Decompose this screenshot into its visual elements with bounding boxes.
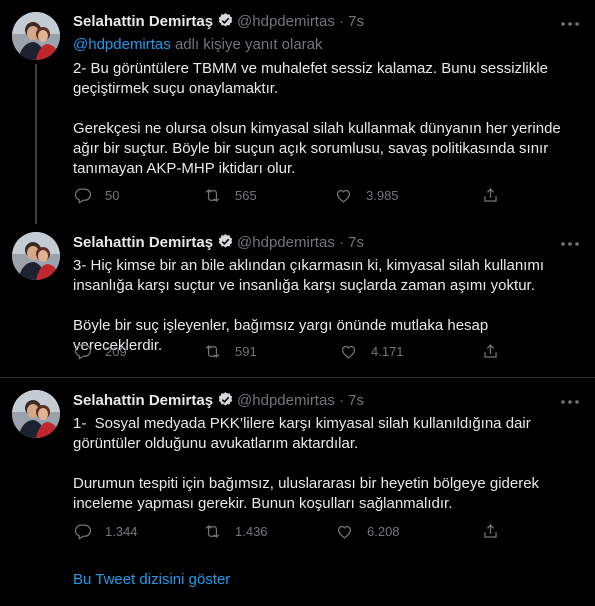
more-options-icon[interactable]: [559, 16, 581, 32]
like-button[interactable]: 6.208: [335, 522, 400, 541]
separator-dot: ·: [339, 13, 344, 30]
author-name[interactable]: Selahattin Demirtaş: [73, 392, 213, 409]
thread-connector-line: [35, 64, 37, 224]
retweet-icon: [205, 525, 220, 538]
retweet-button[interactable]: 1.436: [203, 522, 268, 541]
tweet-text: 3- Hiç kimse bir an bile aklından çıkarm…: [73, 257, 544, 354]
retweet-count: 591: [235, 344, 257, 359]
like-icon: [336, 189, 351, 203]
reply-count: 50: [105, 188, 120, 203]
retweet-icon: [205, 189, 220, 202]
timestamp[interactable]: 7s: [348, 392, 364, 409]
separator-dot: ·: [339, 392, 344, 409]
separator-dot: ·: [339, 234, 344, 251]
reply-context-label: adlı kişiye yanıt olarak: [170, 36, 323, 53]
author-handle[interactable]: @hdpdemirtas: [237, 234, 335, 251]
like-count: 4.171: [371, 344, 404, 359]
reply-icon: [74, 188, 91, 204]
tweet-actions: 1.344 1.436 6.208: [73, 522, 533, 546]
verified-badge-icon: [217, 12, 234, 33]
share-icon: [484, 344, 497, 358]
share-icon: [484, 188, 497, 202]
more-options-icon[interactable]: [559, 236, 581, 252]
reply-button[interactable]: 209: [73, 342, 127, 361]
tweet-1[interactable]: Selahattin Demirtaş @hdpdemirtas · 7s @hd…: [0, 0, 595, 224]
verified-badge-icon: [217, 233, 234, 254]
retweet-count: 565: [235, 188, 257, 203]
reply-button[interactable]: 1.344: [73, 522, 138, 541]
author-name[interactable]: Selahattin Demirtaş: [73, 13, 213, 30]
reply-context: @hdpdemirtas adlı kişiye yanıt olarak: [73, 36, 323, 53]
like-button[interactable]: 4.171: [339, 342, 404, 361]
tweet-actions: 209 591 4.171: [73, 342, 533, 366]
like-icon: [341, 345, 356, 359]
avatar[interactable]: [12, 232, 60, 280]
reply-count: 209: [105, 344, 127, 359]
like-button[interactable]: 3.985: [334, 186, 399, 205]
retweet-icon: [205, 345, 220, 358]
retweet-button[interactable]: 591: [203, 342, 257, 361]
more-options-icon[interactable]: [559, 394, 581, 410]
retweet-button[interactable]: 565: [203, 186, 257, 205]
share-button[interactable]: [481, 186, 500, 205]
like-count: 6.208: [367, 524, 400, 539]
like-count: 3.985: [366, 188, 399, 203]
like-icon: [337, 525, 352, 539]
tweet-2[interactable]: Selahattin Demirtaş @hdpdemirtas · 7s 3- …: [0, 224, 595, 376]
avatar[interactable]: [12, 390, 60, 438]
retweet-count: 1.436: [235, 524, 268, 539]
reply-mention-link[interactable]: @hdpdemirtas: [73, 36, 171, 53]
timestamp[interactable]: 7s: [348, 234, 364, 251]
show-thread-link[interactable]: Bu Tweet dizisini göster: [73, 571, 230, 588]
share-button[interactable]: [481, 522, 500, 541]
tweet-header: Selahattin Demirtaş @hdpdemirtas · 7s: [73, 233, 364, 254]
reply-button[interactable]: 50: [73, 186, 119, 205]
tweet-actions: 50 565 3.985: [73, 186, 533, 210]
author-handle[interactable]: @hdpdemirtas: [237, 392, 335, 409]
share-button[interactable]: [481, 342, 500, 361]
share-icon: [484, 524, 497, 538]
timestamp[interactable]: 7s: [348, 13, 364, 30]
reply-icon: [74, 344, 91, 360]
tweet-text: 2- Bu görüntülere TBMM ve muhalefet sess…: [73, 60, 561, 177]
verified-badge-icon: [217, 391, 234, 412]
tweet-3[interactable]: Selahattin Demirtaş @hdpdemirtas · 7s 1- …: [0, 378, 595, 558]
reply-icon: [74, 524, 91, 540]
tweet-text: 1- Sosyal medyada PKK’lilere karşı kimya…: [73, 415, 540, 512]
avatar[interactable]: [12, 12, 60, 60]
reply-count: 1.344: [105, 524, 138, 539]
tweet-header: Selahattin Demirtaş @hdpdemirtas · 7s: [73, 391, 364, 412]
tweet-header: Selahattin Demirtaş @hdpdemirtas · 7s: [73, 12, 364, 33]
author-name[interactable]: Selahattin Demirtaş: [73, 234, 213, 251]
author-handle[interactable]: @hdpdemirtas: [237, 13, 335, 30]
